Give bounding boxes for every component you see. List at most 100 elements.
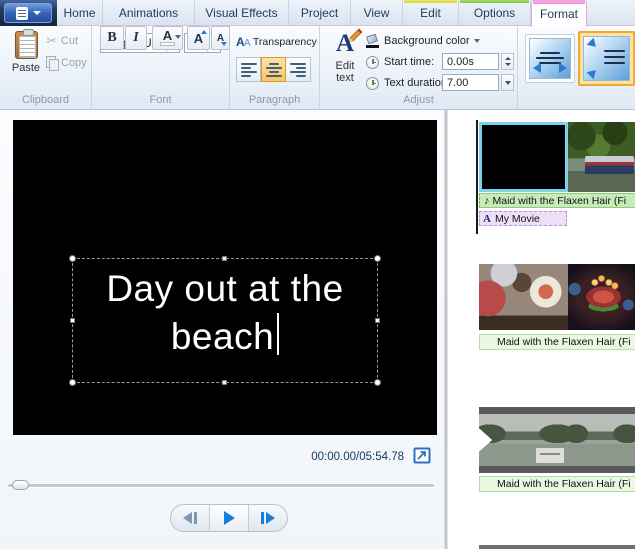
next-frame-icon [266,512,275,524]
text-track-icon: A [483,212,491,225]
music-track-label: Maid with the Flaxen Hair (Fi [492,194,627,207]
text-track-bar[interactable]: A My Movie [479,211,567,226]
bold-icon: B [107,30,117,45]
copy-label: Copy [61,56,87,69]
title-text-box[interactable]: Day out at the beach [69,255,381,386]
text-duration-field[interactable]: 7.00 [442,74,499,91]
playback-controls [170,504,288,532]
resize-handle-s[interactable] [222,380,227,385]
font-group-label: Font [149,94,172,106]
music-note-icon: ♪ [484,194,490,207]
background-color-button[interactable]: Background color [366,32,480,50]
boat-shape [535,448,565,463]
start-time-label: Start time: [384,56,435,68]
tab-animations[interactable]: Animations [103,0,195,26]
cut-label: Cut [60,34,79,47]
seek-bar[interactable] [8,484,434,487]
start-time-spinner[interactable] [501,53,514,70]
title-caption[interactable]: Day out at the beach [73,265,377,361]
resize-handle-nw[interactable] [69,255,76,262]
copy-icon [46,56,59,71]
tab-format[interactable]: Format [531,0,587,27]
transparency-icon: AA [236,35,251,49]
next-frame-button[interactable] [248,505,287,531]
text-effect-option-2-selected[interactable] [578,31,635,86]
grow-font-button[interactable]: A [187,26,210,50]
timecode: 00:00.00/05:54.78 [311,451,404,463]
clip-thumbnail [479,414,568,466]
clock-icon [366,55,379,69]
app-menu-button[interactable] [4,3,52,23]
music-track-bar[interactable]: Maid with the Flaxen Hair (Fi [479,476,635,492]
edit-text-button[interactable]: A Edit text [326,28,364,94]
play-button[interactable] [209,505,248,531]
shrink-font-button[interactable]: A [211,26,230,50]
resize-handle-ne[interactable] [374,255,381,262]
music-track-label: Maid with the Flaxen Hair (Fi [497,336,631,348]
clip-thumbnail [568,122,635,192]
music-track-label: Maid with the Flaxen Hair (Fi [497,478,631,490]
ribbon: Paste ✂ Cut Copy Clipboard Segoe UI 48 B… [0,26,635,110]
effect-thumbnail [583,36,630,81]
tab-label: Edit [420,6,441,20]
font-color-icon: A [162,27,173,43]
storyboard-video-clip-birthday[interactable] [479,264,568,330]
fullscreen-button[interactable] [413,447,431,464]
caption-line-2: beach [170,316,275,357]
ribbon-tab-bar: Home Animations Visual Effects Project V… [0,0,635,27]
music-track-bar[interactable]: Maid with the Flaxen Hair (Fi [479,334,635,350]
caret-down-icon [221,42,227,46]
italic-icon: I [133,30,139,45]
cut-button[interactable]: ✂ Cut [46,34,78,47]
bold-button[interactable]: B [100,26,124,50]
caption-line-1: Day out at the [106,268,344,309]
text-duration-label: Text duration: [384,77,451,89]
paste-icon [14,29,38,59]
seek-handle[interactable] [12,480,29,490]
align-center-button[interactable] [261,57,286,82]
effect-thumbnail [529,38,571,79]
paste-button[interactable]: Paste [6,29,46,93]
align-right-button[interactable] [286,57,311,82]
align-left-button[interactable] [236,57,261,82]
tab-label: Visual Effects [205,6,278,20]
resize-handle-sw[interactable] [69,379,76,386]
tab-home[interactable]: Home [57,0,103,26]
video-preview[interactable]: Day out at the beach [13,120,437,435]
tab-options[interactable]: Options [459,0,531,26]
tab-visual-effects[interactable]: Visual Effects [195,0,289,26]
align-left-icon [240,62,257,77]
resize-handle-e[interactable] [375,317,380,323]
storyboard-video-clip-river-2[interactable] [568,407,635,473]
previous-frame-button[interactable] [171,505,209,531]
arrow-in-icon [586,38,599,51]
edit-text-icon: A [331,28,363,58]
text-duration-dropdown[interactable] [501,74,514,91]
copy-button[interactable]: Copy [46,56,87,71]
duration-clock-icon [366,76,379,90]
resize-handle-w[interactable] [70,317,75,323]
storyboard-video-clip-canal[interactable] [568,122,635,192]
text-effect-option-1[interactable] [525,34,575,83]
resize-handle-se[interactable] [374,379,381,386]
tab-edit[interactable]: Edit [403,0,459,26]
music-track-bar[interactable]: ♪ Maid with the Flaxen Hair (Fi [479,193,635,208]
tab-view[interactable]: View [351,0,403,26]
playhead-indicator[interactable] [476,120,478,234]
italic-button[interactable]: I [125,26,147,50]
start-time-field[interactable]: 0.00s [442,53,499,70]
tab-project[interactable]: Project [289,0,351,26]
main-content: Day out at the beach 00:00.00/05:54.78 ♪… [0,110,635,549]
next-row-clip-edge [479,545,635,549]
transparency-button[interactable]: AA Transparency [234,32,317,52]
text-cursor [277,313,280,355]
start-time-row: Start time: [366,53,434,71]
adjust-group-label: Adjust [403,94,434,106]
resize-handle-n[interactable] [222,256,227,261]
storyboard-title-clip-selected[interactable] [479,122,568,192]
font-color-button[interactable]: A [152,26,183,50]
storyboard-video-clip-river[interactable] [479,407,568,473]
storyboard-video-clip-cake[interactable] [568,264,635,330]
music-tools-strip [460,0,529,3]
arrow-left-icon [533,63,542,74]
